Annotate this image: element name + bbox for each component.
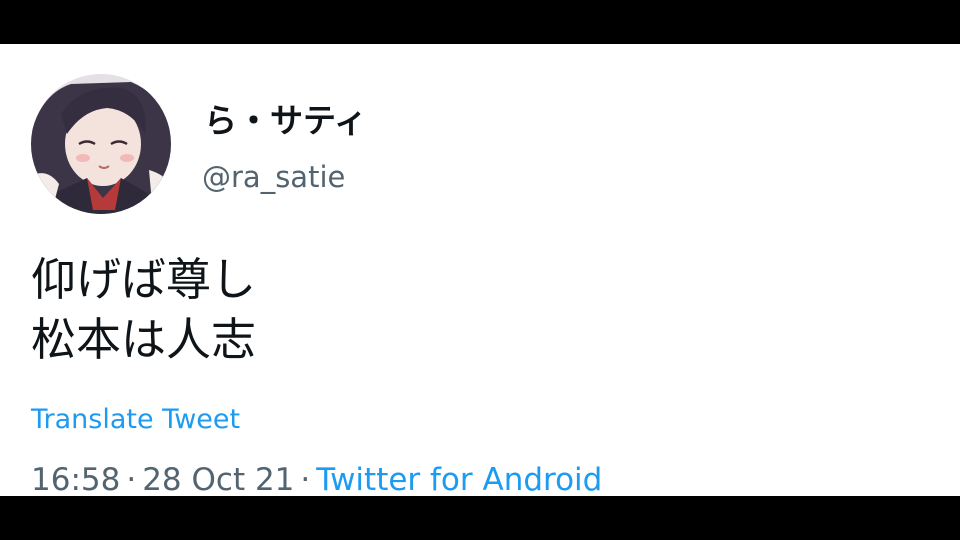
tweet-text-line: 仰げば尊し	[31, 253, 257, 306]
avatar-illustration	[31, 74, 171, 214]
letterbox-bottom	[0, 496, 960, 540]
tweet-text: 仰げば尊し 松本は人志	[31, 250, 256, 370]
meta-separator: ·	[300, 462, 311, 496]
tweet-date[interactable]: 28 Oct 21	[142, 462, 294, 496]
translate-tweet-link[interactable]: Translate Tweet	[31, 404, 240, 435]
user-handle[interactable]: @ra_satie	[202, 160, 345, 194]
tweet-card: ら・サティ @ra_satie 仰げば尊し 松本は人志 Translate Tw…	[0, 44, 960, 496]
tweet-time[interactable]: 16:58	[31, 462, 120, 496]
meta-separator: ·	[126, 462, 137, 496]
tweet-source-link[interactable]: Twitter for Android	[316, 462, 602, 496]
display-name[interactable]: ら・サティ	[204, 94, 367, 142]
letterbox-top	[0, 0, 960, 44]
profile-avatar[interactable]	[31, 74, 171, 214]
tweet-meta: 16:58 · 28 Oct 21 · Twitter for Android	[31, 462, 602, 496]
tweet-text-line: 松本は人志	[31, 313, 257, 366]
